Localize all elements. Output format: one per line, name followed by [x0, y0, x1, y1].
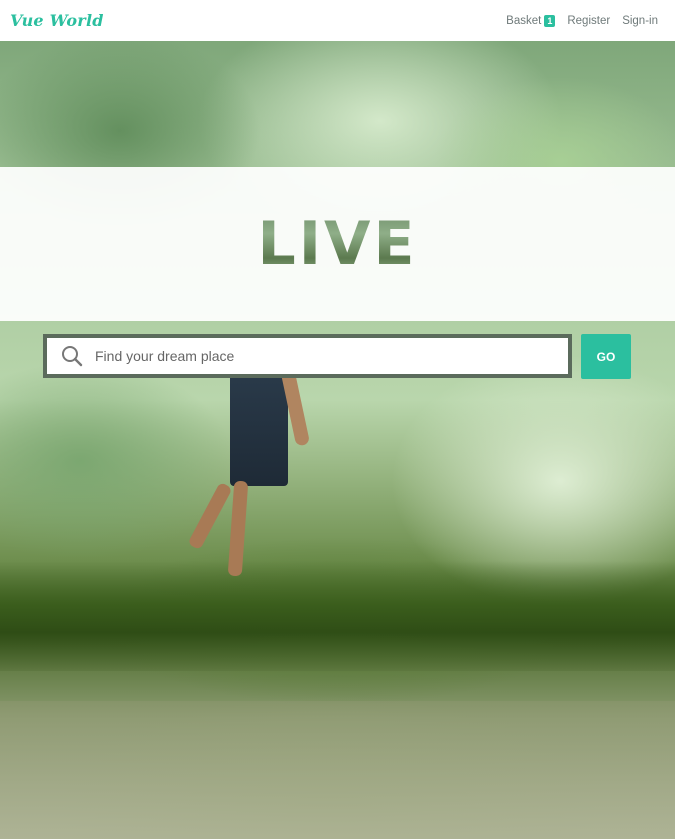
hero-title-band: LIVE — [0, 167, 675, 321]
register-link[interactable]: Register — [567, 15, 610, 27]
hero-person-shorts — [230, 361, 288, 486]
search-box — [43, 334, 572, 378]
top-navbar: Vue World Basket 1 Register Sign-in — [0, 0, 675, 41]
hero-background — [0, 41, 675, 839]
search-icon — [55, 338, 89, 374]
hero-title: LIVE — [257, 209, 418, 279]
search-input[interactable] — [89, 338, 568, 374]
basket-count-badge: 1 — [544, 14, 556, 27]
basket-link[interactable]: Basket 1 — [506, 14, 556, 27]
basket-label: Basket — [506, 14, 542, 27]
signin-link[interactable]: Sign-in — [622, 15, 658, 27]
hero-water — [0, 701, 675, 839]
top-nav: Basket 1 Register Sign-in — [506, 14, 658, 27]
site-logo[interactable]: Vue World — [10, 11, 104, 30]
hero-grass — [0, 561, 675, 671]
go-button[interactable]: GO — [581, 334, 631, 379]
hero-person-legs — [187, 480, 270, 611]
